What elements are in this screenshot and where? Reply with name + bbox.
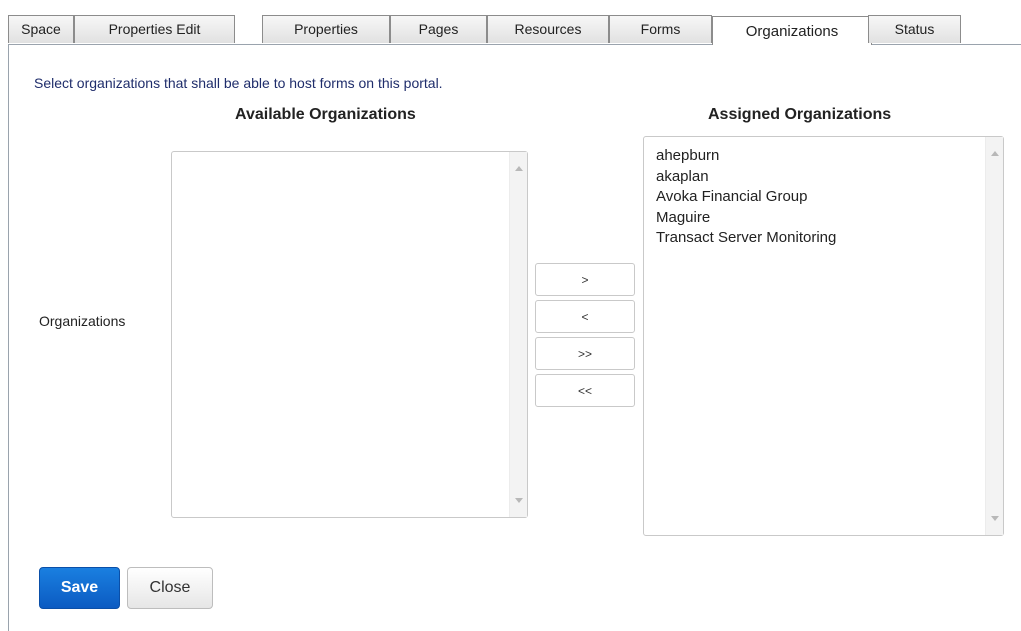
assigned-list-scrollbar[interactable] [985,137,1003,535]
save-button[interactable]: Save [39,567,120,609]
assigned-organizations-title: Assigned Organizations [708,106,892,123]
tab-properties[interactable]: Properties [262,15,390,43]
scroll-up-arrow-icon[interactable] [515,166,523,171]
available-list-scrollbar[interactable] [509,152,527,517]
tab-resources[interactable]: Resources [487,15,609,43]
remove-selected-button[interactable]: < [535,300,635,333]
list-item[interactable]: Avoka Financial Group [656,187,991,208]
add-selected-button[interactable]: > [535,263,635,296]
close-button[interactable]: Close [127,567,213,609]
tab-status[interactable]: Status [868,15,961,43]
instructions-text: Select organizations that shall be able … [34,75,443,91]
organizations-label: Organizations [39,313,126,329]
add-all-button[interactable]: >> [535,337,635,370]
available-organizations-items [172,152,527,170]
list-item[interactable]: akaplan [656,167,991,188]
list-item[interactable]: Maguire [656,208,991,229]
list-item[interactable]: ahepburn [656,146,991,167]
tab-pages[interactable]: Pages [390,15,487,43]
scroll-up-arrow-icon[interactable] [991,151,999,156]
scroll-down-arrow-icon[interactable] [515,498,523,503]
assigned-organizations-list[interactable]: ahepburn akaplan Avoka Financial Group M… [643,136,1004,536]
tab-forms[interactable]: Forms [609,15,712,43]
tab-bar: Space Properties Edit Properties Pages R… [8,15,1021,45]
tab-space[interactable]: Space [8,15,74,43]
available-organizations-list[interactable] [171,151,528,518]
tab-organizations[interactable]: Organizations [712,16,872,45]
tab-properties-edit[interactable]: Properties Edit [74,15,235,43]
available-organizations-title: Available Organizations [235,106,416,123]
remove-all-button[interactable]: << [535,374,635,407]
assigned-organizations-items: ahepburn akaplan Avoka Financial Group M… [644,137,1003,258]
scroll-down-arrow-icon[interactable] [991,516,999,521]
list-item[interactable]: Transact Server Monitoring [656,228,991,249]
